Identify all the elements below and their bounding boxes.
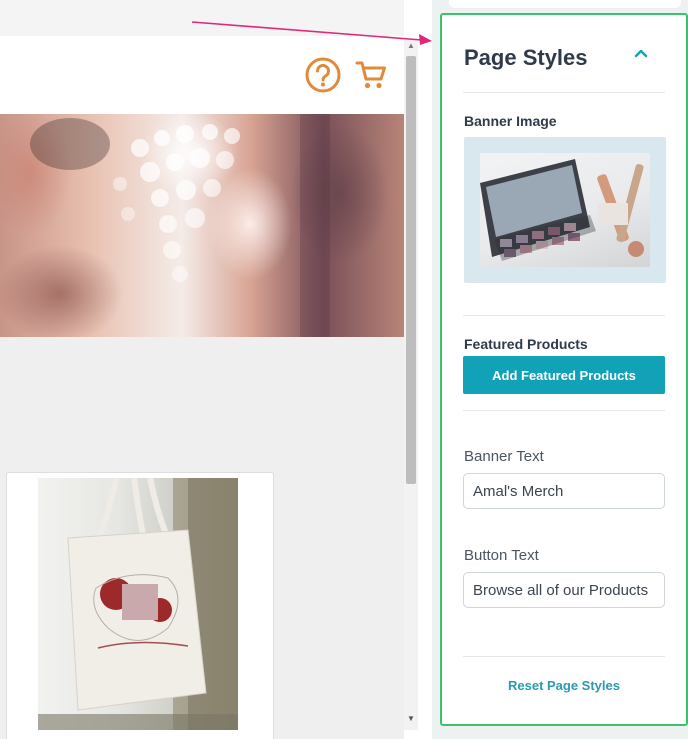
button-text-label: Button Text: [464, 547, 539, 564]
banner-image-thumbnail[interactable]: [464, 137, 666, 283]
panel-title: Page Styles: [464, 45, 588, 70]
reset-page-styles-link[interactable]: Reset Page Styles: [442, 678, 686, 693]
banner-image: [0, 114, 404, 337]
help-icon[interactable]: [304, 56, 342, 94]
button-text-input[interactable]: Browse all of our Products: [463, 572, 665, 608]
divider: [463, 410, 665, 411]
cart-icon[interactable]: [354, 58, 388, 92]
divider: [463, 92, 665, 93]
page-styles-panel: Page Styles Banner Image Featured Produc…: [440, 13, 688, 726]
sidebar-top-edge: [449, 0, 681, 8]
divider: [463, 656, 665, 657]
scroll-down-arrow-icon[interactable]: ▼: [405, 714, 417, 724]
product-image[interactable]: [38, 478, 238, 730]
store-preview: ▲ ▼: [0, 0, 420, 739]
featured-products-label: Featured Products: [464, 336, 588, 352]
banner-thumbnail-image: [480, 153, 650, 267]
banner-image-label: Banner Image: [464, 113, 557, 129]
annotation-arrow: [191, 21, 432, 45]
divider: [463, 315, 665, 316]
banner-text-label: Banner Text: [464, 448, 544, 465]
chevron-up-icon[interactable]: [630, 43, 652, 65]
banner-text-input[interactable]: Amal's Merch: [463, 473, 665, 509]
scrollbar-thumb[interactable]: [406, 56, 416, 484]
add-featured-products-button[interactable]: Add Featured Products: [463, 356, 665, 394]
